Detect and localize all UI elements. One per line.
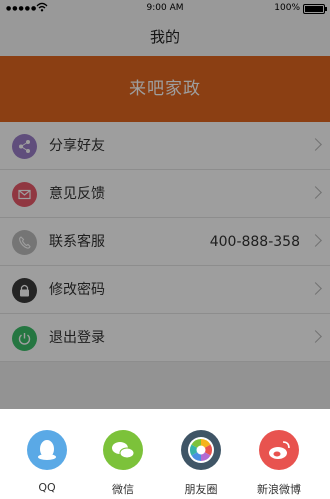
moments-icon [181,430,221,470]
weibo-icon [259,430,299,470]
share-wechat[interactable]: 微信 [82,409,164,499]
share-weibo[interactable]: 新浪微博 [238,409,320,499]
share-label: 新浪微博 [257,483,301,496]
share-label: 朋友圈 [184,483,218,496]
qq-icon [27,430,67,470]
share-qq[interactable]: QQ [6,409,88,499]
share-sheet: QQ 微信 朋友圈 新浪微博 [0,409,330,499]
share-label: 微信 [112,483,134,496]
share-label: QQ [38,481,56,494]
share-moments[interactable]: 朋友圈 [160,409,242,499]
wechat-icon [103,430,143,470]
